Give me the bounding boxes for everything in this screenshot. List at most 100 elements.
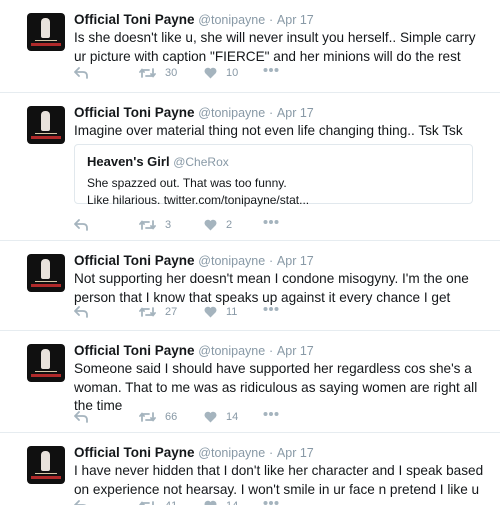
tweet[interactable]: Official Toni Payne @tonipayne · Apr 17 … [0, 331, 500, 433]
author-name[interactable]: Official Toni Payne [74, 253, 195, 268]
like-button[interactable]: 14 [204, 411, 238, 423]
reply-button[interactable] [74, 411, 88, 423]
separator: · [268, 254, 274, 268]
author-name[interactable]: Official Toni Payne [74, 445, 195, 460]
avatar[interactable] [27, 344, 65, 382]
like-count: 14 [226, 500, 238, 505]
like-count: 14 [226, 411, 239, 423]
quoted-text: She spazzed out. That was too funny. Lik… [87, 175, 467, 209]
tweet-date[interactable]: Apr 17 [277, 254, 314, 268]
more-button[interactable] [263, 219, 279, 225]
avatar[interactable] [27, 13, 65, 51]
tweet-text: Not supporting her doesn't mean I condon… [74, 271, 469, 305]
author-handle[interactable]: @tonipayne [198, 446, 265, 460]
tweet[interactable]: Official Toni Payne @tonipayne · Apr 17 … [0, 241, 500, 331]
author-handle[interactable]: @tonipayne [198, 106, 265, 120]
retweet-button[interactable]: 30 [139, 67, 177, 79]
retweet-button[interactable]: 27 [139, 306, 177, 318]
avatar[interactable] [27, 254, 65, 292]
more-button[interactable] [263, 67, 279, 73]
retweet-count: 66 [165, 411, 178, 423]
tweet-text: Someone said I should have supported her… [74, 361, 478, 413]
reply-icon [74, 500, 87, 505]
avatar[interactable] [27, 106, 65, 144]
retweet-icon [139, 68, 156, 78]
tweet-date[interactable]: Apr 17 [277, 446, 314, 460]
like-button[interactable]: 2 [204, 219, 232, 231]
quoted-text-line: Like hilarious. twitter.com/tonipayne/st… [87, 193, 310, 207]
tweet-header: Official Toni Payne @tonipayne · Apr 17 [74, 11, 314, 29]
like-button[interactable]: 14 [204, 500, 238, 505]
quoted-tweet[interactable]: Heaven's Girl @CheRox She spazzed out. T… [74, 144, 473, 207]
heart-icon [204, 67, 217, 79]
retweet-count: 30 [165, 67, 178, 79]
tweet[interactable]: Official Toni Payne @tonipayne · Apr 17 … [0, 433, 500, 505]
author-name[interactable]: Official Toni Payne [74, 343, 195, 358]
reply-button[interactable] [74, 67, 88, 79]
author-handle[interactable]: @tonipayne [198, 344, 265, 358]
retweet-count: 3 [165, 219, 172, 231]
tweet-text: I have never hidden that I don't like he… [74, 463, 484, 497]
more-button[interactable] [263, 411, 279, 417]
reply-icon [74, 67, 88, 79]
like-count: 2 [226, 219, 233, 231]
tweet-date[interactable]: Apr 17 [277, 106, 314, 120]
tweet-date[interactable]: Apr 17 [277, 13, 314, 27]
tweet-header: Official Toni Payne @tonipayne · Apr 17 [74, 104, 314, 122]
heart-icon [204, 500, 217, 505]
tweet-header: Official Toni Payne @tonipayne · Apr 17 [74, 444, 314, 462]
quoted-text-line: She spazzed out. That was too funny. [87, 176, 287, 190]
avatar[interactable] [27, 446, 65, 484]
author-name[interactable]: Official Toni Payne [74, 105, 195, 120]
retweet-icon [139, 307, 156, 317]
timeline: Official Toni Payne @tonipayne · Apr 17 … [0, 0, 500, 505]
more-icon [263, 68, 279, 72]
author-handle[interactable]: @tonipayne [198, 13, 265, 27]
reply-button[interactable] [74, 500, 88, 505]
tweet[interactable]: Official Toni Payne @tonipayne · Apr 17 … [0, 93, 500, 241]
reply-icon [74, 306, 88, 318]
retweet-button[interactable]: 66 [139, 411, 177, 423]
tweet-text: Imagine over material thing not even lif… [74, 123, 463, 138]
like-count: 10 [226, 67, 239, 79]
tweet-text: Is she doesn't like u, she will never in… [74, 30, 476, 64]
tweet-date[interactable]: Apr 17 [277, 344, 314, 358]
tweet-header: Official Toni Payne @tonipayne · Apr 17 [74, 252, 314, 270]
more-button[interactable] [263, 500, 279, 505]
tweet-actions: 30 10 [74, 67, 494, 83]
heart-icon [204, 306, 217, 318]
more-icon [263, 307, 279, 311]
retweet-button[interactable]: 41 [139, 500, 177, 505]
more-icon [263, 220, 279, 224]
quoted-author-name: Heaven's Girl [87, 154, 170, 169]
retweet-count: 41 [165, 500, 177, 505]
heart-icon [204, 411, 217, 423]
quoted-header: Heaven's Girl @CheRox [87, 154, 229, 169]
tweet[interactable]: Official Toni Payne @tonipayne · Apr 17 … [0, 0, 500, 93]
like-button[interactable]: 10 [204, 67, 238, 79]
retweet-icon [139, 412, 156, 422]
author-name[interactable]: Official Toni Payne [74, 12, 195, 27]
retweet-icon [139, 501, 154, 505]
tweet-actions: 41 14 [74, 500, 494, 505]
tweet-actions: 3 2 [74, 219, 494, 235]
retweet-icon [139, 220, 156, 230]
like-count: 11 [226, 306, 238, 318]
heart-icon [204, 219, 217, 231]
separator: · [268, 344, 274, 358]
quoted-author-handle: @CheRox [173, 155, 229, 169]
more-icon [263, 412, 279, 416]
reply-button[interactable] [74, 306, 88, 318]
more-button[interactable] [263, 306, 279, 312]
like-button[interactable]: 11 [204, 306, 237, 318]
reply-icon [74, 219, 88, 231]
author-handle[interactable]: @tonipayne [198, 254, 265, 268]
more-icon [263, 501, 279, 505]
retweet-count: 27 [165, 306, 178, 318]
reply-icon [74, 411, 88, 423]
reply-button[interactable] [74, 219, 88, 231]
separator: · [268, 446, 274, 460]
separator: · [268, 106, 274, 120]
tweet-header: Official Toni Payne @tonipayne · Apr 17 [74, 342, 314, 360]
retweet-button[interactable]: 3 [139, 219, 171, 231]
